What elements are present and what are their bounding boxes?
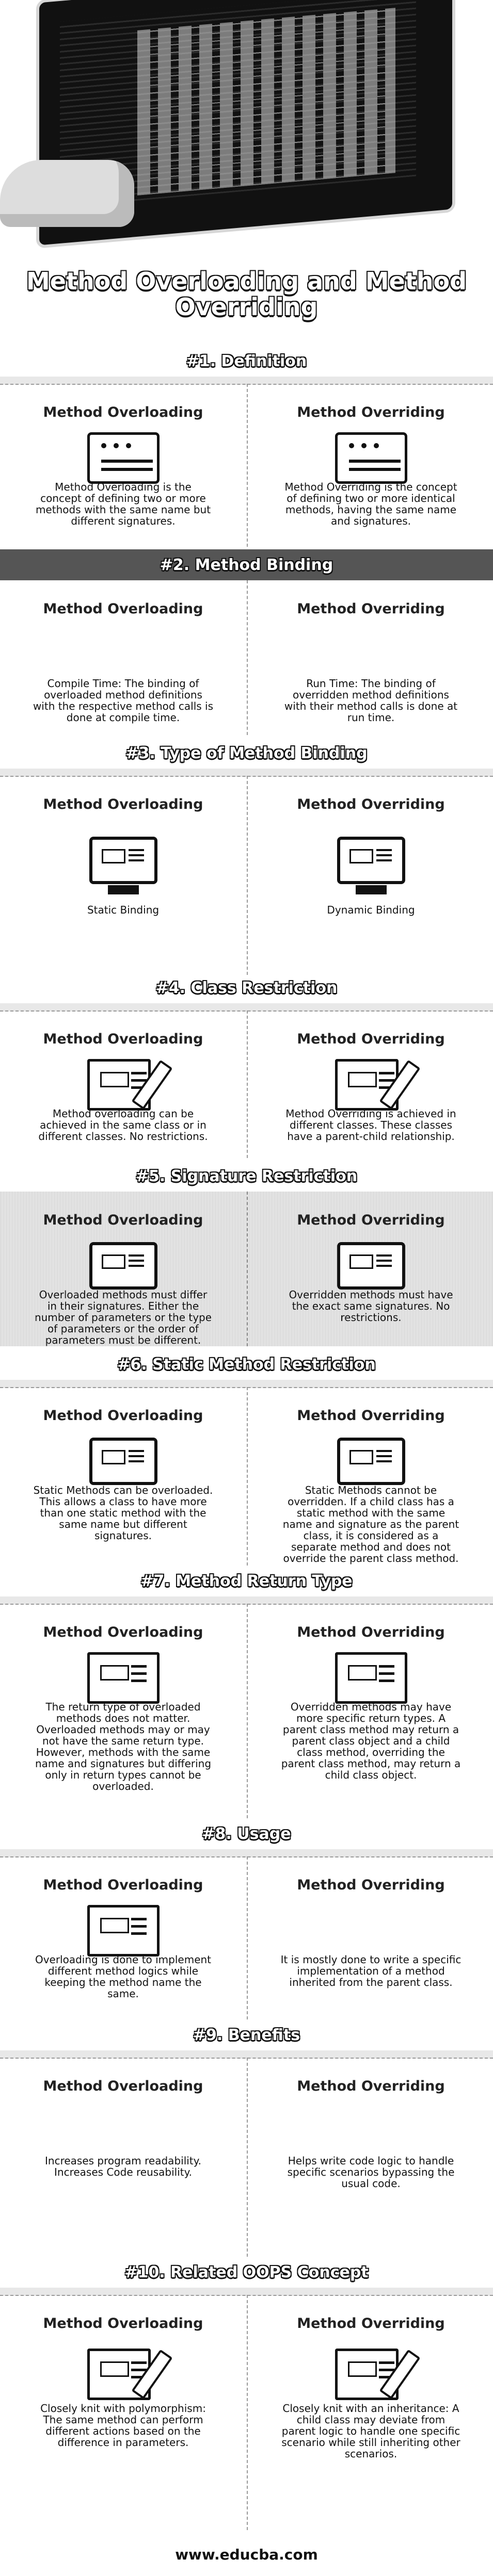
section-9-left-text: Increases program readability. Increases… bbox=[45, 2155, 201, 2178]
section-title-6: #6. Static Method Restriction bbox=[117, 1355, 376, 1374]
section-3-left-heading: Method Overloading bbox=[43, 796, 203, 812]
section-2-right-heading: Method Overriding bbox=[297, 601, 445, 617]
hero-image bbox=[0, 0, 493, 263]
section-5-left-heading: Method Overloading bbox=[43, 1212, 203, 1228]
section-body-9: Method Overloading Increases program rea… bbox=[0, 2050, 493, 2257]
browser-icon bbox=[87, 432, 160, 484]
main-title: Method Overloading and Method Overriding bbox=[26, 267, 467, 321]
section-4-left-text: Method overloading can be achieved in th… bbox=[38, 1107, 208, 1143]
section-9-right-heading: Method Overriding bbox=[297, 2078, 445, 2094]
section-title-4: #4. Class Restriction bbox=[155, 979, 338, 997]
document-icon bbox=[335, 1652, 407, 1704]
section-5-right-heading: Method Overriding bbox=[297, 1212, 445, 1228]
section-title-7: #7. Method Return Type bbox=[140, 1572, 353, 1590]
section-5-right-text: Overridden methods must have the exact s… bbox=[289, 1289, 453, 1324]
section-body-8: Method Overloading Overloading is done t… bbox=[0, 1849, 493, 2019]
section-10-right-heading: Method Overriding bbox=[297, 2316, 445, 2332]
section-1-left-text: Method Overloading is the concept of def… bbox=[35, 481, 211, 527]
monitor-icon bbox=[337, 1242, 405, 1290]
section-1-right-heading: Method Overriding bbox=[297, 404, 445, 420]
monitor-icon bbox=[89, 837, 157, 884]
section-1-right-text: Method Overriding is the concept of defi… bbox=[284, 481, 457, 527]
section-9-right-text: Helps write code logic to handle specifi… bbox=[287, 2155, 455, 2190]
section-title-2: #2. Method Binding bbox=[0, 549, 493, 580]
section-6-left-text: Static Methods can be overloaded. This a… bbox=[33, 1484, 213, 1542]
section-2-left-text: Compile Time: The binding of overloaded … bbox=[33, 677, 214, 724]
section-6-left-heading: Method Overloading bbox=[43, 1408, 203, 1424]
section-10-left-text: Closely knit with polymorphism: The same… bbox=[40, 2402, 206, 2449]
section-8-right-text: It is mostly done to write a specific im… bbox=[280, 1953, 462, 1988]
section-body-7: Method Overloading The return type of ov… bbox=[0, 1596, 493, 1818]
section-10-left-heading: Method Overloading bbox=[43, 2316, 203, 2332]
laptop-icon bbox=[337, 1438, 405, 1485]
section-8-left-heading: Method Overloading bbox=[43, 1877, 203, 1893]
browser-icon bbox=[335, 432, 407, 484]
section-4-left-heading: Method Overloading bbox=[43, 1031, 203, 1047]
section-9-left-heading: Method Overloading bbox=[43, 2078, 203, 2094]
site-url: www.educba.com bbox=[175, 2546, 318, 2563]
section-2-left-heading: Method Overloading bbox=[43, 601, 203, 617]
section-title-3: #3. Type of Method Binding bbox=[125, 744, 368, 762]
section-title-10: #10. Related OOPS Concept bbox=[124, 2263, 369, 2281]
section-body-2: Method Overloading Compile Time: The bin… bbox=[0, 580, 493, 735]
section-4-right-heading: Method Overriding bbox=[297, 1031, 445, 1047]
laptop-icon bbox=[89, 1438, 157, 1485]
section-3-right-text: Dynamic Binding bbox=[327, 904, 415, 916]
section-body-10: Method Overloading Closely knit with pol… bbox=[0, 2288, 493, 2530]
section-5-left-text: Overloaded methods must differ in their … bbox=[34, 1289, 212, 1346]
section-7-left-text: The return type of overloaded methods do… bbox=[35, 1701, 212, 1792]
section-title-8: #8. Usage bbox=[202, 1824, 291, 1843]
section-body-6: Method Overloading Static Methods can be… bbox=[0, 1380, 493, 1566]
section-4-right-text: Method Overriding is achieved in differe… bbox=[285, 1107, 456, 1143]
document-icon bbox=[87, 1652, 160, 1704]
section-body-5: Method Overloading Overloaded methods mu… bbox=[0, 1192, 493, 1346]
section-8-right-heading: Method Overriding bbox=[297, 1877, 445, 1893]
section-body-4: Method Overloading Method overloading ca… bbox=[0, 1003, 493, 1158]
monitor-icon bbox=[337, 837, 405, 884]
section-6-right-text: Static Methods cannot be overridden. If … bbox=[282, 1484, 459, 1564]
section-10-right-text: Closely knit with an inheritance: A chil… bbox=[281, 2402, 460, 2460]
section-1-left-heading: Method Overloading bbox=[43, 404, 203, 420]
section-8-left-text: Overloading is done to implement differe… bbox=[35, 1953, 212, 2000]
section-6-right-heading: Method Overriding bbox=[297, 1408, 445, 1424]
section-body-3: Method Overloading Static Binding Method… bbox=[0, 769, 493, 975]
section-3-right-heading: Method Overriding bbox=[297, 796, 445, 812]
section-3-left-text: Static Binding bbox=[87, 904, 160, 916]
section-body-1: Method Overloading Method Overloading is… bbox=[0, 377, 493, 547]
document-icon bbox=[87, 1905, 160, 1957]
section-7-right-text: Overridden methods may have more specifi… bbox=[281, 1701, 461, 1781]
section-title-5: #5. Signature Restriction bbox=[135, 1167, 358, 1185]
monitor-icon bbox=[89, 1242, 157, 1290]
section-2-right-text: Run Time: The binding of overridden meth… bbox=[284, 677, 458, 724]
section-7-right-heading: Method Overriding bbox=[297, 1624, 445, 1640]
section-7-left-heading: Method Overloading bbox=[43, 1624, 203, 1640]
section-title-9: #9. Benefits bbox=[193, 2026, 300, 2044]
hand-illustration bbox=[0, 160, 134, 227]
section-title-1: #1. Definition bbox=[186, 352, 307, 370]
